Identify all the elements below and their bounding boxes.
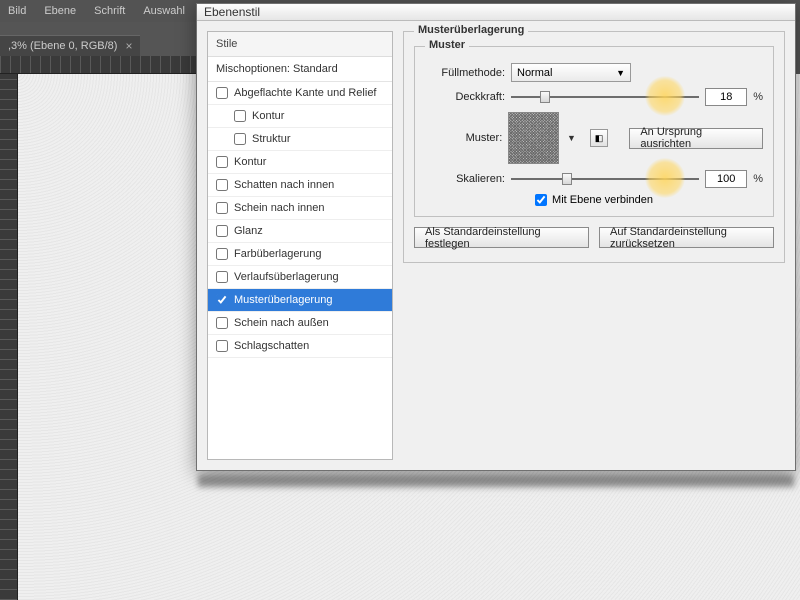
style-item[interactable]: Schlagschatten	[208, 335, 392, 358]
fillmode-dropdown[interactable]: Normal ▼	[511, 63, 631, 82]
style-item[interactable]: Schatten nach innen	[208, 174, 392, 197]
menu-auswahl[interactable]: Auswahl	[143, 5, 185, 17]
opacity-label: Deckkraft:	[425, 91, 505, 103]
style-checkbox[interactable]	[216, 156, 228, 168]
blending-options[interactable]: Mischoptionen: Standard	[208, 57, 392, 82]
style-item[interactable]: Verlaufsüberlagerung	[208, 266, 392, 289]
slider-thumb[interactable]	[540, 91, 550, 103]
dialog-title: Ebenenstil	[197, 4, 795, 21]
style-item-label: Schatten nach innen	[234, 179, 334, 191]
style-item-label: Struktur	[252, 133, 291, 145]
style-checkbox[interactable]	[216, 87, 228, 99]
percent-sign: %	[753, 173, 763, 185]
set-default-button[interactable]: Als Standardeinstellung festlegen	[414, 227, 589, 248]
slider-thumb[interactable]	[562, 173, 572, 185]
menu-ebene[interactable]: Ebene	[44, 5, 76, 17]
document-tabbar: ,3% (Ebene 0, RGB/8) ×	[0, 34, 140, 56]
percent-sign: %	[753, 91, 763, 103]
pattern-swatch[interactable]	[508, 112, 558, 164]
style-checkbox[interactable]	[216, 294, 228, 306]
style-item-label: Schein nach innen	[234, 202, 325, 214]
scale-slider[interactable]	[511, 170, 699, 188]
style-item[interactable]: Struktur	[208, 128, 392, 151]
style-item-label: Schlagschatten	[234, 340, 309, 352]
ruler-vertical	[0, 74, 18, 600]
style-checkbox[interactable]	[234, 110, 246, 122]
style-item-label: Musterüberlagerung	[234, 294, 332, 306]
link-layer-checkbox[interactable]	[535, 194, 547, 206]
link-layer-label: Mit Ebene verbinden	[552, 194, 653, 206]
fillmode-value: Normal	[517, 67, 552, 79]
style-checkbox[interactable]	[216, 271, 228, 283]
style-checkbox[interactable]	[216, 248, 228, 260]
style-item[interactable]: Schein nach außen	[208, 312, 392, 335]
style-checkbox[interactable]	[216, 179, 228, 191]
fillmode-label: Füllmethode:	[425, 67, 505, 79]
style-item-label: Kontur	[252, 110, 284, 122]
style-item-label: Glanz	[234, 225, 263, 237]
opacity-slider[interactable]	[511, 88, 699, 106]
style-item[interactable]: Farbüberlagerung	[208, 243, 392, 266]
close-icon[interactable]: ×	[125, 39, 132, 53]
style-item-label: Verlaufsüberlagerung	[234, 271, 339, 283]
style-checkbox[interactable]	[234, 133, 246, 145]
styles-panel: Stile Mischoptionen: Standard Abgeflacht…	[207, 31, 393, 460]
group-title: Musterüberlagerung	[414, 24, 528, 36]
style-list: Abgeflachte Kante und Relief Kontur Strukt…	[208, 82, 392, 459]
style-item[interactable]: Musterüberlagerung	[208, 289, 392, 312]
style-checkbox[interactable]	[216, 225, 228, 237]
pattern-overlay-group: Musterüberlagerung Muster Füllmethode: N…	[403, 31, 785, 263]
style-item[interactable]: Glanz	[208, 220, 392, 243]
style-checkbox[interactable]	[216, 202, 228, 214]
layer-style-dialog: Ebenenstil Stile Mischoptionen: Standard…	[196, 3, 796, 471]
snap-to-origin-icon[interactable]: ◧	[590, 129, 607, 147]
pattern-label: Muster:	[425, 132, 502, 144]
style-item-label: Abgeflachte Kante und Relief	[234, 87, 377, 99]
dialog-shadow	[198, 475, 794, 487]
chevron-down-icon[interactable]: ▼	[567, 133, 577, 143]
settings-panel: Musterüberlagerung Muster Füllmethode: N…	[403, 31, 785, 460]
chevron-down-icon: ▼	[616, 68, 625, 78]
style-item-label: Kontur	[234, 156, 266, 168]
style-item[interactable]: Schein nach innen	[208, 197, 392, 220]
menu-schrift[interactable]: Schrift	[94, 5, 125, 17]
snap-origin-button[interactable]: An Ursprung ausrichten	[629, 128, 763, 149]
style-item-label: Schein nach außen	[234, 317, 329, 329]
opacity-input[interactable]: 18	[705, 88, 747, 106]
pattern-group: Muster Füllmethode: Normal ▼ Deckkraft:	[414, 46, 774, 217]
styles-header[interactable]: Stile	[208, 32, 392, 57]
inner-title: Muster	[425, 39, 469, 51]
document-tab[interactable]: ,3% (Ebene 0, RGB/8) ×	[0, 35, 140, 56]
style-item[interactable]: Kontur	[208, 151, 392, 174]
style-checkbox[interactable]	[216, 340, 228, 352]
ruler-horizontal	[0, 56, 200, 74]
scale-label: Skalieren:	[425, 173, 505, 185]
menu-bild[interactable]: Bild	[8, 5, 26, 17]
reset-default-button[interactable]: Auf Standardeinstellung zurücksetzen	[599, 227, 774, 248]
scale-input[interactable]: 100	[705, 170, 747, 188]
style-item-label: Farbüberlagerung	[234, 248, 321, 260]
style-checkbox[interactable]	[216, 317, 228, 329]
document-tab-label: ,3% (Ebene 0, RGB/8)	[8, 40, 117, 52]
style-item[interactable]: Abgeflachte Kante und Relief	[208, 82, 392, 105]
style-item[interactable]: Kontur	[208, 105, 392, 128]
